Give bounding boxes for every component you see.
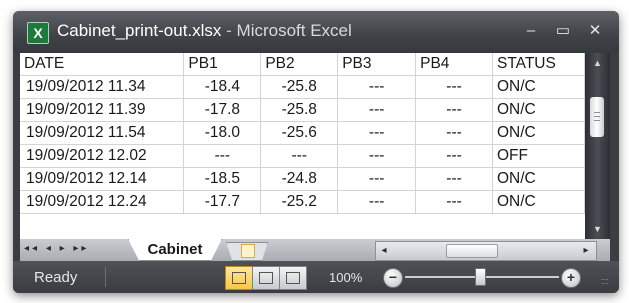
normal-view-icon[interactable]: [225, 266, 253, 290]
pb3-cell[interactable]: ---: [337, 121, 417, 145]
page-break-icon[interactable]: [279, 266, 307, 290]
excel-window: X Cabinet_print-out.xlsx - Microsoft Exc…: [13, 11, 619, 293]
pb4-cell[interactable]: ---: [415, 167, 493, 191]
pb2-cell[interactable]: ---: [260, 144, 339, 168]
horizontal-scrollbar[interactable]: ◂ ▸: [375, 241, 597, 261]
table-row: 19/09/2012 11.54 -18.0 -25.6 --- --- ON/…: [20, 121, 585, 145]
pb2-cell[interactable]: -25.8: [260, 98, 339, 122]
date-cell[interactable]: 19/09/2012 11.39: [20, 98, 185, 122]
zoom-in-icon[interactable]: +: [561, 268, 581, 288]
header-cell[interactable]: DATE: [20, 53, 185, 76]
pb1-cell[interactable]: -18.0: [183, 121, 262, 145]
page-layout-glyph: [259, 272, 273, 284]
grip-line: [594, 112, 600, 113]
pb2-cell[interactable]: -25.6: [260, 121, 339, 145]
scroll-down-icon[interactable]: ▼: [589, 223, 606, 235]
status-cell[interactable]: ON/C: [492, 98, 585, 122]
pb3-cell[interactable]: ---: [337, 75, 417, 99]
window-title: Cabinet_print-out.xlsx - Microsoft Excel: [57, 21, 352, 41]
view-buttons: [225, 266, 315, 290]
horizontal-scroll-thumb[interactable]: [446, 244, 498, 258]
status-cell[interactable]: ON/C: [492, 75, 585, 99]
status-text: Ready: [34, 269, 78, 286]
worksheet-grid[interactable]: DATE PB1 PB2 PB3 PB4 STATUS 19/09/2012 1…: [20, 53, 585, 239]
sheet-tab-cabinet[interactable]: Cabinet: [128, 239, 222, 261]
sheet-tab-bar: ◂◂ ◂ ▸ ▸▸ Cabinet ◂ ▸: [20, 239, 610, 261]
sheet-nav-buttons[interactable]: ◂◂ ◂ ▸ ▸▸: [24, 243, 89, 254]
minimize-icon[interactable]: –: [517, 19, 545, 43]
vertical-scrollbar[interactable]: ▲ ▼: [585, 53, 610, 239]
app-name: Microsoft Excel: [236, 21, 352, 40]
pb2-cell[interactable]: -24.8: [260, 167, 339, 191]
insert-sheet-icon: [241, 244, 255, 258]
pb4-cell[interactable]: ---: [415, 144, 493, 168]
pb1-cell[interactable]: -18.4: [183, 75, 262, 99]
zoom-out-icon[interactable]: −: [383, 268, 403, 288]
header-cell[interactable]: STATUS: [492, 53, 585, 76]
table-row: 19/09/2012 12.02 --- --- --- --- OFF: [20, 144, 585, 168]
status-cell[interactable]: ON/C: [492, 167, 585, 191]
date-cell[interactable]: 19/09/2012 12.14: [20, 167, 185, 191]
grip-line: [594, 120, 600, 121]
status-bar: Ready 100% − + :::: [13, 261, 619, 293]
insert-sheet-tab[interactable]: [226, 242, 268, 261]
pb1-cell[interactable]: -17.7: [183, 190, 262, 214]
excel-app-icon[interactable]: X: [27, 22, 49, 44]
resize-grip-icon[interactable]: :::: [601, 277, 609, 286]
header-cell[interactable]: PB3: [337, 53, 417, 76]
scroll-left-icon[interactable]: ◂: [376, 242, 392, 260]
scroll-right-icon[interactable]: ▸: [578, 242, 594, 260]
pb4-cell[interactable]: ---: [415, 75, 493, 99]
page-layout-icon[interactable]: [252, 266, 280, 290]
date-cell[interactable]: 19/09/2012 11.54: [20, 121, 185, 145]
table-row: 19/09/2012 12.14 -18.5 -24.8 --- --- ON/…: [20, 167, 585, 191]
normal-view-glyph: [232, 272, 246, 284]
date-cell[interactable]: 19/09/2012 12.24: [20, 190, 185, 214]
pb4-cell[interactable]: ---: [415, 190, 493, 214]
maximize-icon[interactable]: ▭: [549, 19, 577, 43]
pb3-cell[interactable]: ---: [337, 98, 417, 122]
zoom-slider-thumb[interactable]: [475, 268, 486, 286]
title-bar[interactable]: X Cabinet_print-out.xlsx - Microsoft Exc…: [13, 11, 619, 53]
status-cell[interactable]: ON/C: [492, 121, 585, 145]
status-cell[interactable]: ON/C: [492, 190, 585, 214]
table-row: 19/09/2012 12.24 -17.7 -25.2 --- --- ON/…: [20, 190, 585, 214]
data-table: DATE PB1 PB2 PB3 PB4 STATUS 19/09/2012 1…: [20, 53, 585, 214]
pb3-cell[interactable]: ---: [337, 144, 417, 168]
pb1-cell[interactable]: -17.8: [183, 98, 262, 122]
pb4-cell[interactable]: ---: [415, 121, 493, 145]
vertical-scroll-thumb[interactable]: [590, 97, 604, 137]
grip-line: [594, 116, 600, 117]
header-cell[interactable]: PB2: [260, 53, 339, 76]
table-row: 19/09/2012 11.34 -18.4 -25.8 --- --- ON/…: [20, 75, 585, 99]
pb3-cell[interactable]: ---: [337, 167, 417, 191]
status-divider: [105, 267, 106, 287]
pb2-cell[interactable]: -25.2: [260, 190, 339, 214]
title-separator: -: [221, 21, 237, 40]
header-cell[interactable]: PB4: [415, 53, 493, 76]
header-cell[interactable]: PB1: [183, 53, 262, 76]
pb1-cell[interactable]: -18.5: [183, 167, 262, 191]
date-cell[interactable]: 19/09/2012 12.02: [20, 144, 185, 168]
status-cell[interactable]: OFF: [492, 144, 585, 168]
page-break-glyph: [286, 272, 300, 284]
zoom-level[interactable]: 100%: [329, 270, 362, 285]
pb2-cell[interactable]: -25.8: [260, 75, 339, 99]
file-name: Cabinet_print-out.xlsx: [57, 21, 222, 40]
header-row: DATE PB1 PB2 PB3 PB4 STATUS: [20, 53, 585, 76]
close-icon[interactable]: ✕: [581, 19, 609, 43]
pb4-cell[interactable]: ---: [415, 98, 493, 122]
scroll-up-icon[interactable]: ▲: [589, 57, 606, 69]
pb3-cell[interactable]: ---: [337, 190, 417, 214]
date-cell[interactable]: 19/09/2012 11.34: [20, 75, 185, 99]
pb1-cell[interactable]: ---: [183, 144, 262, 168]
table-row: 19/09/2012 11.39 -17.8 -25.8 --- --- ON/…: [20, 98, 585, 122]
